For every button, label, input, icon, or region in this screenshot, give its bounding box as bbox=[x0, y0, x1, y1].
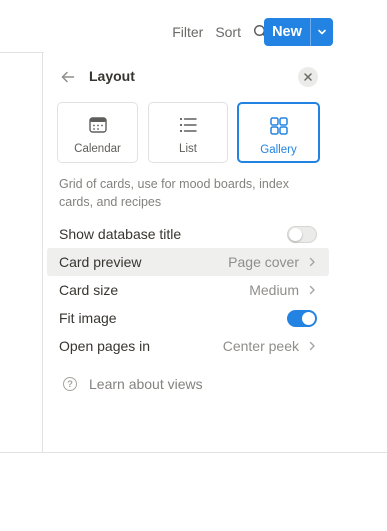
chevron-right-icon bbox=[309, 257, 315, 267]
chevron-right-icon bbox=[309, 285, 315, 295]
learn-about-views-label: Learn about views bbox=[89, 376, 203, 392]
close-icon bbox=[304, 73, 312, 81]
row-value: Medium bbox=[249, 282, 299, 298]
show-database-title-row[interactable]: Show database title bbox=[47, 220, 329, 248]
gallery-icon bbox=[269, 116, 289, 136]
row-value: Center peek bbox=[222, 338, 299, 354]
row-value: Page cover bbox=[228, 254, 299, 270]
fit-image-row[interactable]: Fit image bbox=[47, 304, 329, 332]
toggle-knob bbox=[302, 312, 315, 325]
panel-title: Layout bbox=[89, 68, 135, 84]
list-icon bbox=[178, 115, 198, 135]
layout-option-label: List bbox=[179, 143, 197, 155]
row-label: Fit image bbox=[59, 310, 117, 326]
panel-header: Layout bbox=[43, 66, 333, 88]
sort-button[interactable]: Sort bbox=[209, 18, 247, 46]
row-label: Card size bbox=[59, 282, 119, 298]
open-pages-in-row[interactable]: Open pages in Center peek bbox=[47, 332, 329, 360]
layout-option-calendar[interactable]: Calendar bbox=[57, 102, 138, 163]
chevron-right-icon bbox=[309, 341, 315, 351]
new-dropdown-button[interactable] bbox=[311, 18, 333, 46]
show-database-title-toggle[interactable] bbox=[287, 226, 317, 243]
bottom-divider bbox=[0, 452, 387, 453]
layout-options: Calendar List Gallery bbox=[57, 102, 320, 163]
calendar-icon bbox=[88, 115, 108, 135]
row-label: Open pages in bbox=[59, 338, 151, 354]
toggle-knob bbox=[289, 228, 302, 241]
header-divider bbox=[0, 52, 44, 53]
card-size-row[interactable]: Card size Medium bbox=[47, 276, 329, 304]
arrow-left-icon bbox=[61, 71, 75, 83]
new-button-label[interactable]: New bbox=[264, 18, 310, 46]
filter-button[interactable]: Filter bbox=[166, 18, 209, 46]
back-button[interactable] bbox=[58, 67, 78, 87]
help-icon: ? bbox=[63, 377, 77, 391]
panel-divider bbox=[42, 52, 43, 452]
chevron-down-icon bbox=[318, 29, 326, 35]
layout-description: Grid of cards, use for mood boards, inde… bbox=[59, 177, 289, 209]
card-preview-row[interactable]: Card preview Page cover bbox=[47, 248, 329, 276]
layout-option-gallery[interactable]: Gallery bbox=[237, 102, 320, 163]
layout-option-label: Calendar bbox=[74, 143, 121, 155]
close-button[interactable] bbox=[298, 67, 318, 87]
row-label: Card preview bbox=[59, 254, 142, 270]
new-button[interactable]: New bbox=[264, 18, 333, 46]
layout-option-list[interactable]: List bbox=[148, 102, 228, 163]
fit-image-toggle[interactable] bbox=[287, 310, 317, 327]
layout-option-label: Gallery bbox=[260, 144, 297, 156]
learn-about-views-link[interactable]: ? Learn about views bbox=[63, 376, 203, 392]
row-label: Show database title bbox=[59, 226, 182, 242]
